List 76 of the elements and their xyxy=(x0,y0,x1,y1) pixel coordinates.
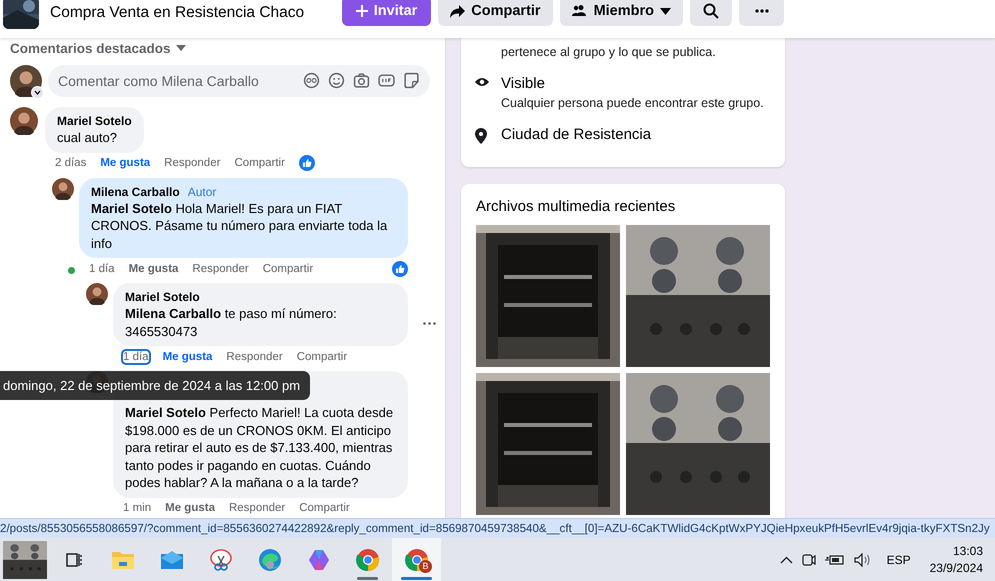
share-link[interactable]: Compartir xyxy=(296,350,348,362)
member-button[interactable]: Miembro xyxy=(560,0,683,26)
reply-link[interactable]: Responder xyxy=(226,350,283,362)
like-reaction-icon[interactable] xyxy=(392,260,408,276)
more-icon[interactable] xyxy=(422,322,436,325)
avatar-sticker-icon[interactable] xyxy=(303,72,320,89)
comment-author[interactable]: Mariel Sotelo xyxy=(57,113,132,129)
people-icon xyxy=(572,5,588,17)
chevron-up-icon[interactable] xyxy=(780,556,793,564)
avatar[interactable] xyxy=(10,65,42,97)
status-url: 2/posts/8553056558086597/?comment_id=8556360274422892&reply_comment_id=8569870459738540&__cft__[0]=AZU-6CaKTWlidG4cKptWxPYJQieHpxeukPfH5evrlEv4r9jqia-tkyFXTSn2Jy xyxy=(0,521,990,537)
comment-time-link[interactable]: 2 días xyxy=(55,157,86,169)
clock-time[interactable]: 13:03 xyxy=(952,542,983,560)
author-label: Autor xyxy=(188,184,216,200)
camera-icon[interactable] xyxy=(802,552,816,568)
search-icon xyxy=(703,3,719,19)
like-link[interactable]: Me gusta xyxy=(100,157,150,169)
sticker-icon[interactable] xyxy=(403,72,420,89)
about-description: Cualquier persona puede encontrar este grupo. xyxy=(501,95,764,112)
volume-icon[interactable] xyxy=(854,552,872,566)
date-tooltip: domingo, 22 de septiembre de 2024 a las 12:00 pm xyxy=(0,371,310,400)
comment-text: Milena Carballo te paso mí número: 3465530473 xyxy=(125,305,338,340)
gif-icon[interactable] xyxy=(378,72,395,89)
comment-author[interactable]: Milena Carballo xyxy=(91,184,180,200)
comment-text: Mariel Sotelo Hola Mariel! Es para un FIAT CRONOS. Pásame tu número para enviarte toda la info xyxy=(91,200,388,252)
comment-field[interactable]: Comentar como Milena Carballo xyxy=(48,65,430,97)
about-title: Ciudad de Resistencia xyxy=(501,125,652,145)
chevron-icon[interactable] xyxy=(31,86,44,99)
reply-link[interactable]: Responder xyxy=(192,262,249,274)
clock-date[interactable]: 23/9/2024 xyxy=(930,560,983,576)
like-reaction-icon[interactable] xyxy=(298,155,315,171)
mail-icon[interactable] xyxy=(160,550,184,570)
caret-icon xyxy=(176,45,186,51)
taskbar-app[interactable]: B xyxy=(392,538,441,581)
like-link[interactable]: Me gusta xyxy=(128,262,178,274)
caret-icon xyxy=(660,8,671,14)
comment-time-link[interactable]: 1 día xyxy=(123,350,149,362)
share-link[interactable]: Compartir xyxy=(299,502,350,514)
more-button[interactable] xyxy=(739,0,784,26)
reply-link[interactable]: Responder xyxy=(164,157,220,169)
avatar[interactable] xyxy=(86,283,108,305)
comment-author[interactable]: Mariel Sotelo xyxy=(125,289,200,305)
share-arrow-icon xyxy=(450,4,466,18)
group-title[interactable]: Compra Venta en Resistencia Chaco xyxy=(50,4,335,22)
taskbar-app[interactable] xyxy=(0,538,49,581)
search-button[interactable] xyxy=(690,0,732,26)
like-link[interactable]: Me gusta xyxy=(162,350,212,362)
media-title: Archivos multimedia recientes xyxy=(476,197,676,217)
comment-text: Mariel Sotelo Perfecto Mariel! La cuota desde $198.000 es de un CRONOS 0KM. El anticipo para retirar el auto es de $7.133.400, mientras tanto podes ir pagando en cuotas. Cuándo podes hablar? A la mañana o a la tarde? xyxy=(125,404,394,492)
invite-button[interactable]: Invitar xyxy=(342,0,432,26)
about-title: Visible xyxy=(501,74,546,94)
comment-time-link[interactable]: 1 min xyxy=(123,502,152,514)
edge-icon[interactable] xyxy=(258,548,282,572)
avatar[interactable] xyxy=(10,107,38,135)
share-link[interactable]: Compartir xyxy=(262,262,314,274)
share-button[interactable]: Compartir xyxy=(438,0,553,26)
about-description: pertenece al grupo y lo que se publica. xyxy=(501,44,716,61)
comment-time-link[interactable]: 1 día xyxy=(89,262,115,274)
more-icon xyxy=(754,9,768,13)
copilot-icon[interactable] xyxy=(306,548,330,572)
smiley-icon[interactable] xyxy=(328,72,345,89)
share-link[interactable]: Compartir xyxy=(234,157,285,169)
like-link[interactable]: Me gusta xyxy=(165,502,215,514)
location-pin-icon xyxy=(475,128,487,144)
scissors-icon[interactable] xyxy=(208,548,232,572)
task-view-icon[interactable] xyxy=(64,550,82,568)
language-indicator[interactable]: ESP xyxy=(886,552,911,566)
comment-text: cual auto? xyxy=(57,129,118,146)
plus-icon xyxy=(356,5,368,17)
chrome-icon[interactable] xyxy=(356,548,380,572)
reply-link[interactable]: Responder xyxy=(228,502,286,514)
profile-badge: B xyxy=(419,560,432,573)
sort-dropdown[interactable]: Comentarios destacados xyxy=(10,40,171,56)
avatar[interactable] xyxy=(52,178,74,200)
battery-icon[interactable] xyxy=(824,554,845,566)
eye-icon xyxy=(475,77,489,87)
